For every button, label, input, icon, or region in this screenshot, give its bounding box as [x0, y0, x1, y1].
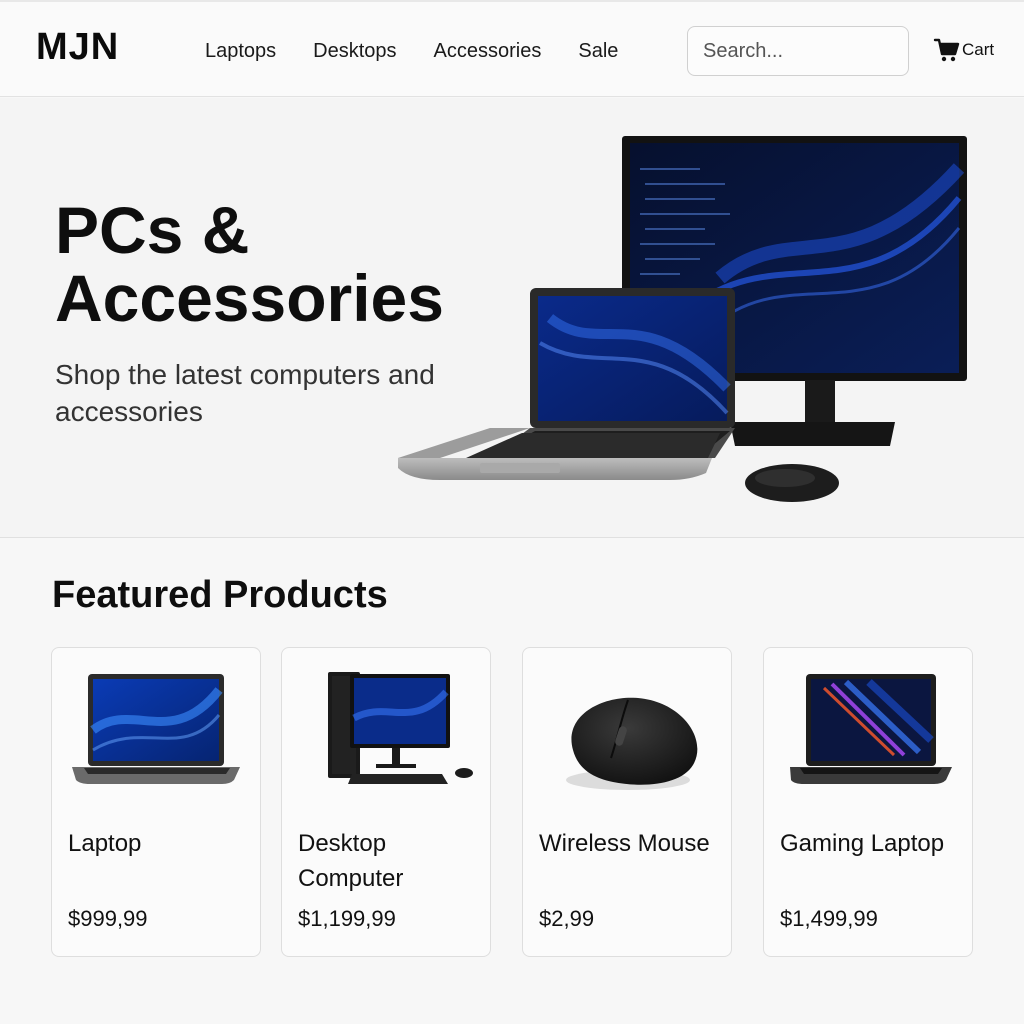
product-card-gaming-laptop[interactable]: Gaming Laptop $1,499,99	[763, 647, 973, 957]
cart-button[interactable]: Cart	[933, 36, 994, 64]
site-logo[interactable]: MJN	[36, 26, 119, 69]
desktop-computer-image	[328, 672, 473, 784]
product-name: Desktop Computer	[298, 830, 404, 892]
product-card-laptop[interactable]: Laptop $999,99	[51, 647, 261, 957]
product-name: Gaming Laptop	[780, 830, 945, 857]
shopping-cart-icon	[933, 38, 960, 62]
product-price: $1,199,99	[298, 906, 396, 931]
nav-laptops[interactable]: Laptops	[205, 40, 276, 63]
hero-subtitle: Shop the latest computers and accessorie…	[55, 359, 435, 427]
product-card-wireless-mouse[interactable]: Wireless Mouse $2,99	[522, 647, 732, 957]
nav-sale[interactable]: Sale	[578, 40, 618, 63]
nav-accessories[interactable]: Accessories	[434, 40, 542, 63]
product-name: Laptop	[68, 830, 142, 857]
nav-desktops[interactable]: Desktops	[313, 40, 396, 63]
featured-products-title: Featured Products	[52, 574, 388, 616]
hero-devices-image	[398, 136, 967, 502]
product-name: Wireless Mouse	[539, 830, 710, 857]
product-price: $1,499,99	[780, 906, 878, 931]
wireless-mouse-image	[566, 697, 698, 790]
product-price: $999,99	[68, 906, 148, 931]
product-card-desktop-computer[interactable]: Desktop Computer $1,199,99	[281, 647, 491, 957]
product-price: $2,99	[539, 906, 595, 931]
gaming-laptop-image	[790, 674, 952, 784]
search-input[interactable]	[687, 26, 909, 76]
site-header: MJN Laptops Desktops Accessories Sale Ca…	[0, 0, 1024, 97]
main-nav: Laptops Desktops Accessories Sale	[205, 40, 655, 63]
hero-banner: PCs & Accessories Shop the latest comput…	[0, 98, 1024, 538]
laptop-image	[72, 674, 240, 784]
cart-label: Cart	[962, 40, 995, 59]
